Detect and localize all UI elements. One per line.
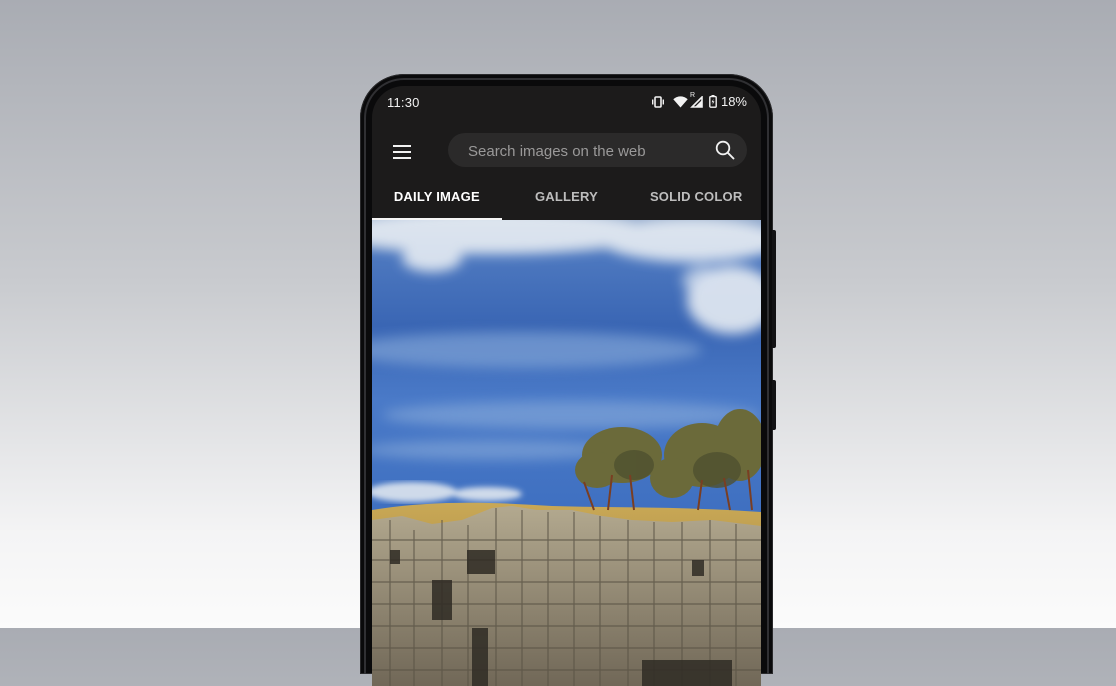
search-input[interactable] bbox=[466, 133, 710, 169]
search-icon bbox=[715, 140, 735, 160]
battery-charging-icon bbox=[709, 95, 717, 108]
tab-gallery[interactable]: GALLERY bbox=[502, 182, 632, 220]
daily-image-photo bbox=[372, 220, 761, 686]
stone-ruins bbox=[372, 506, 761, 686]
roaming-label: R bbox=[689, 91, 696, 99]
hamburger-menu-icon bbox=[393, 145, 411, 159]
search-button[interactable] bbox=[715, 140, 735, 160]
app-bar bbox=[372, 132, 761, 172]
daily-image[interactable] bbox=[372, 220, 761, 686]
phone-screen: 11:30 R 18% Search images on the web DAI… bbox=[372, 86, 761, 686]
status-time: 11:30 bbox=[387, 95, 420, 110]
volume-button bbox=[772, 380, 776, 430]
vibrate-icon bbox=[651, 95, 665, 108]
tab-daily-image[interactable]: DAILY IMAGE bbox=[372, 182, 502, 220]
phone-frame: 11:30 R 18% Search images on the web DAI… bbox=[360, 74, 776, 686]
tab-solid-color[interactable]: SOLID COLOR bbox=[631, 182, 761, 220]
search-bar bbox=[448, 133, 747, 169]
tab-bar: DAILY IMAGE GALLERY SOLID COLOR bbox=[372, 182, 761, 220]
power-button bbox=[772, 230, 776, 348]
status-icons: R 18% bbox=[651, 92, 747, 109]
status-bar: 11:30 R 18% bbox=[372, 86, 761, 120]
menu-button[interactable] bbox=[390, 141, 414, 163]
wifi-icon bbox=[673, 95, 688, 108]
battery-percent: 18% bbox=[720, 94, 747, 109]
signal-roaming-icon: R bbox=[690, 92, 703, 108]
